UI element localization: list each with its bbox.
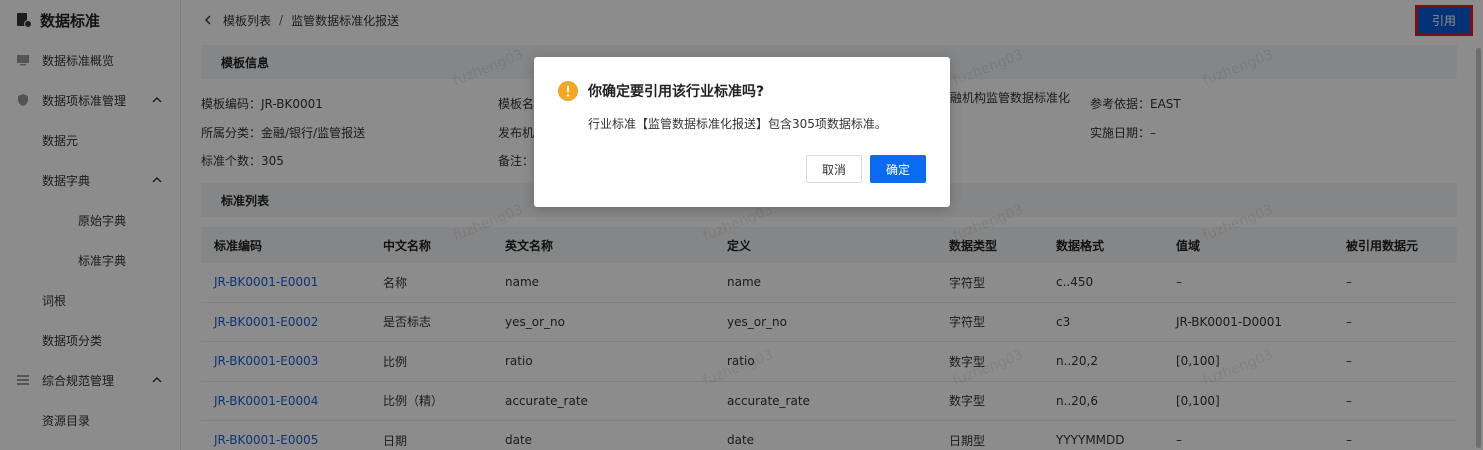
confirm-button[interactable]: 确定 (870, 155, 926, 183)
cancel-button[interactable]: 取消 (806, 155, 862, 183)
warning-icon (558, 81, 578, 101)
confirm-dialog: 你确定要引用该行业标准吗? 行业标准【监管数据标准化报送】包含305项数据标准。… (534, 57, 950, 207)
dialog-message: 行业标准【监管数据标准化报送】包含305项数据标准。 (588, 117, 887, 131)
dialog-title: 你确定要引用该行业标准吗? (588, 84, 765, 100)
